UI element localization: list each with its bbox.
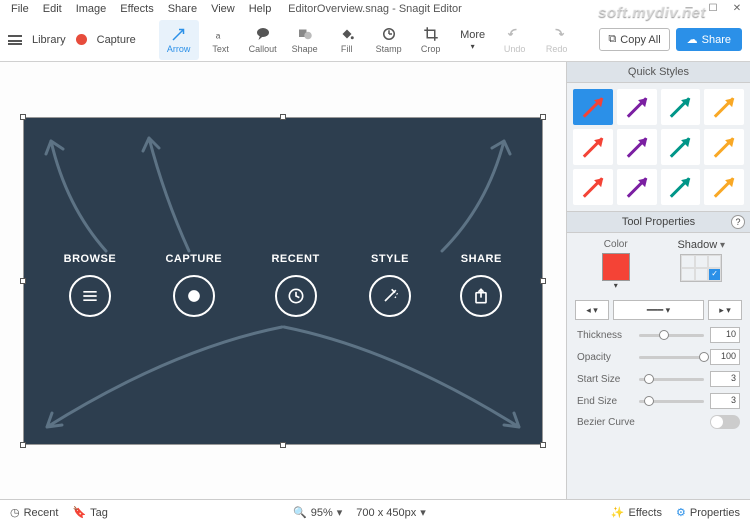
thickness-slider[interactable] [639, 334, 704, 337]
quick-style-10[interactable] [661, 169, 701, 205]
quick-style-3[interactable] [704, 89, 744, 125]
minimize-button[interactable]: ─ [678, 0, 700, 16]
tool-callout[interactable]: Callout [243, 20, 283, 60]
window-controls: ─ ☐ ✕ [678, 0, 748, 16]
tag-button[interactable]: 🔖 Tag [72, 506, 107, 519]
redo-button[interactable]: Redo [537, 20, 577, 60]
quick-style-11[interactable] [704, 169, 744, 205]
quick-style-4[interactable] [573, 129, 613, 165]
color-swatch[interactable] [602, 253, 630, 281]
copy-icon: ⧉ [608, 33, 616, 46]
zoom-control[interactable]: 🔍 95% ▾ [293, 506, 342, 519]
quick-style-2[interactable] [661, 89, 701, 125]
tool-crop[interactable]: Crop [411, 20, 451, 60]
head-style[interactable]: ▸ ▾ [708, 300, 742, 320]
tool-arrow[interactable]: Arrow [159, 20, 199, 60]
menu-help[interactable]: Help [243, 1, 278, 17]
menu-share[interactable]: Share [162, 1, 203, 17]
shadow-picker[interactable]: ✓ [680, 254, 722, 282]
toolbar: Library Capture Arrow aText Callout Shap… [0, 18, 750, 62]
resize-handle[interactable] [280, 442, 286, 448]
share-button[interactable]: ☁Share [676, 28, 742, 51]
quick-styles-header: Quick Styles [567, 62, 750, 83]
tool-properties-header: Tool Properties? [567, 211, 750, 233]
menu-edit[interactable]: Edit [37, 1, 68, 17]
resize-handle[interactable] [540, 278, 546, 284]
thickness-value[interactable]: 10 [710, 327, 740, 343]
bezier-toggle[interactable] [710, 415, 740, 429]
menu-image[interactable]: Image [70, 1, 113, 17]
canvas-item-share: SHARE [460, 253, 502, 317]
effects-tab[interactable]: ✨ Effects [611, 506, 662, 519]
properties-tab[interactable]: ⚙ Properties [676, 506, 740, 519]
quick-styles-grid [567, 83, 750, 211]
tool-more[interactable]: More▾ [453, 20, 493, 60]
quick-style-1[interactable] [617, 89, 657, 125]
quick-style-7[interactable] [704, 129, 744, 165]
canvas-item-recent: RECENT [271, 253, 319, 317]
opacity-value[interactable]: 100 [710, 349, 740, 365]
quick-style-0[interactable] [573, 89, 613, 125]
help-icon[interactable]: ? [731, 215, 745, 229]
properties-panel: Quick Styles Tool Properties? Color▾ Sha… [566, 62, 750, 499]
tail-style[interactable]: ◂ ▾ [575, 300, 609, 320]
opacity-slider[interactable] [639, 356, 704, 359]
maximize-button[interactable]: ☐ [702, 0, 724, 16]
resize-handle[interactable] [20, 278, 26, 284]
svg-text:a: a [215, 32, 220, 41]
tool-shape[interactable]: Shape [285, 20, 325, 60]
resize-handle[interactable] [20, 442, 26, 448]
status-bar: ◷ Recent 🔖 Tag 🔍 95% ▾ 700 x 450px ▾ ✨ E… [0, 499, 750, 525]
undo-button[interactable]: Undo [495, 20, 535, 60]
quick-style-8[interactable] [573, 169, 613, 205]
tool-text[interactable]: aText [201, 20, 241, 60]
canvas-item-capture: CAPTURE [165, 253, 222, 317]
quick-style-6[interactable] [661, 129, 701, 165]
quick-style-5[interactable] [617, 129, 657, 165]
dimensions-display[interactable]: 700 x 450px ▾ [356, 506, 425, 519]
resize-handle[interactable] [540, 442, 546, 448]
line-style[interactable]: ━━━ ▾ [613, 300, 704, 320]
tool-stamp[interactable]: Stamp [369, 20, 409, 60]
resize-handle[interactable] [280, 114, 286, 120]
record-icon [76, 34, 87, 45]
canvas-image[interactable]: BROWSE CAPTURE RECENT STYLE SHARE [23, 117, 543, 445]
tool-palette: Arrow aText Callout Shape Fill Stamp Cro… [159, 20, 577, 60]
menu-effects[interactable]: Effects [114, 1, 159, 17]
recent-button[interactable]: ◷ Recent [10, 506, 58, 519]
copy-all-button[interactable]: ⧉Copy All [599, 28, 669, 51]
start-size-slider[interactable] [639, 378, 704, 381]
end-size-slider[interactable] [639, 400, 704, 403]
canvas-item-style: STYLE [369, 253, 411, 317]
menu-file[interactable]: File [5, 1, 35, 17]
library-link[interactable]: Library [32, 34, 66, 46]
resize-handle[interactable] [20, 114, 26, 120]
share-icon: ☁ [687, 33, 698, 46]
menu-view[interactable]: View [205, 1, 241, 17]
canvas-item-browse: BROWSE [64, 253, 117, 317]
resize-handle[interactable] [540, 114, 546, 120]
quick-style-9[interactable] [617, 169, 657, 205]
canvas-area[interactable]: BROWSE CAPTURE RECENT STYLE SHARE [0, 62, 566, 499]
end-size-value[interactable]: 3 [710, 393, 740, 409]
start-size-value[interactable]: 3 [710, 371, 740, 387]
tool-fill[interactable]: Fill [327, 20, 367, 60]
capture-link[interactable]: Capture [97, 34, 136, 46]
hamburger-icon[interactable] [8, 35, 22, 45]
close-button[interactable]: ✕ [726, 0, 748, 16]
